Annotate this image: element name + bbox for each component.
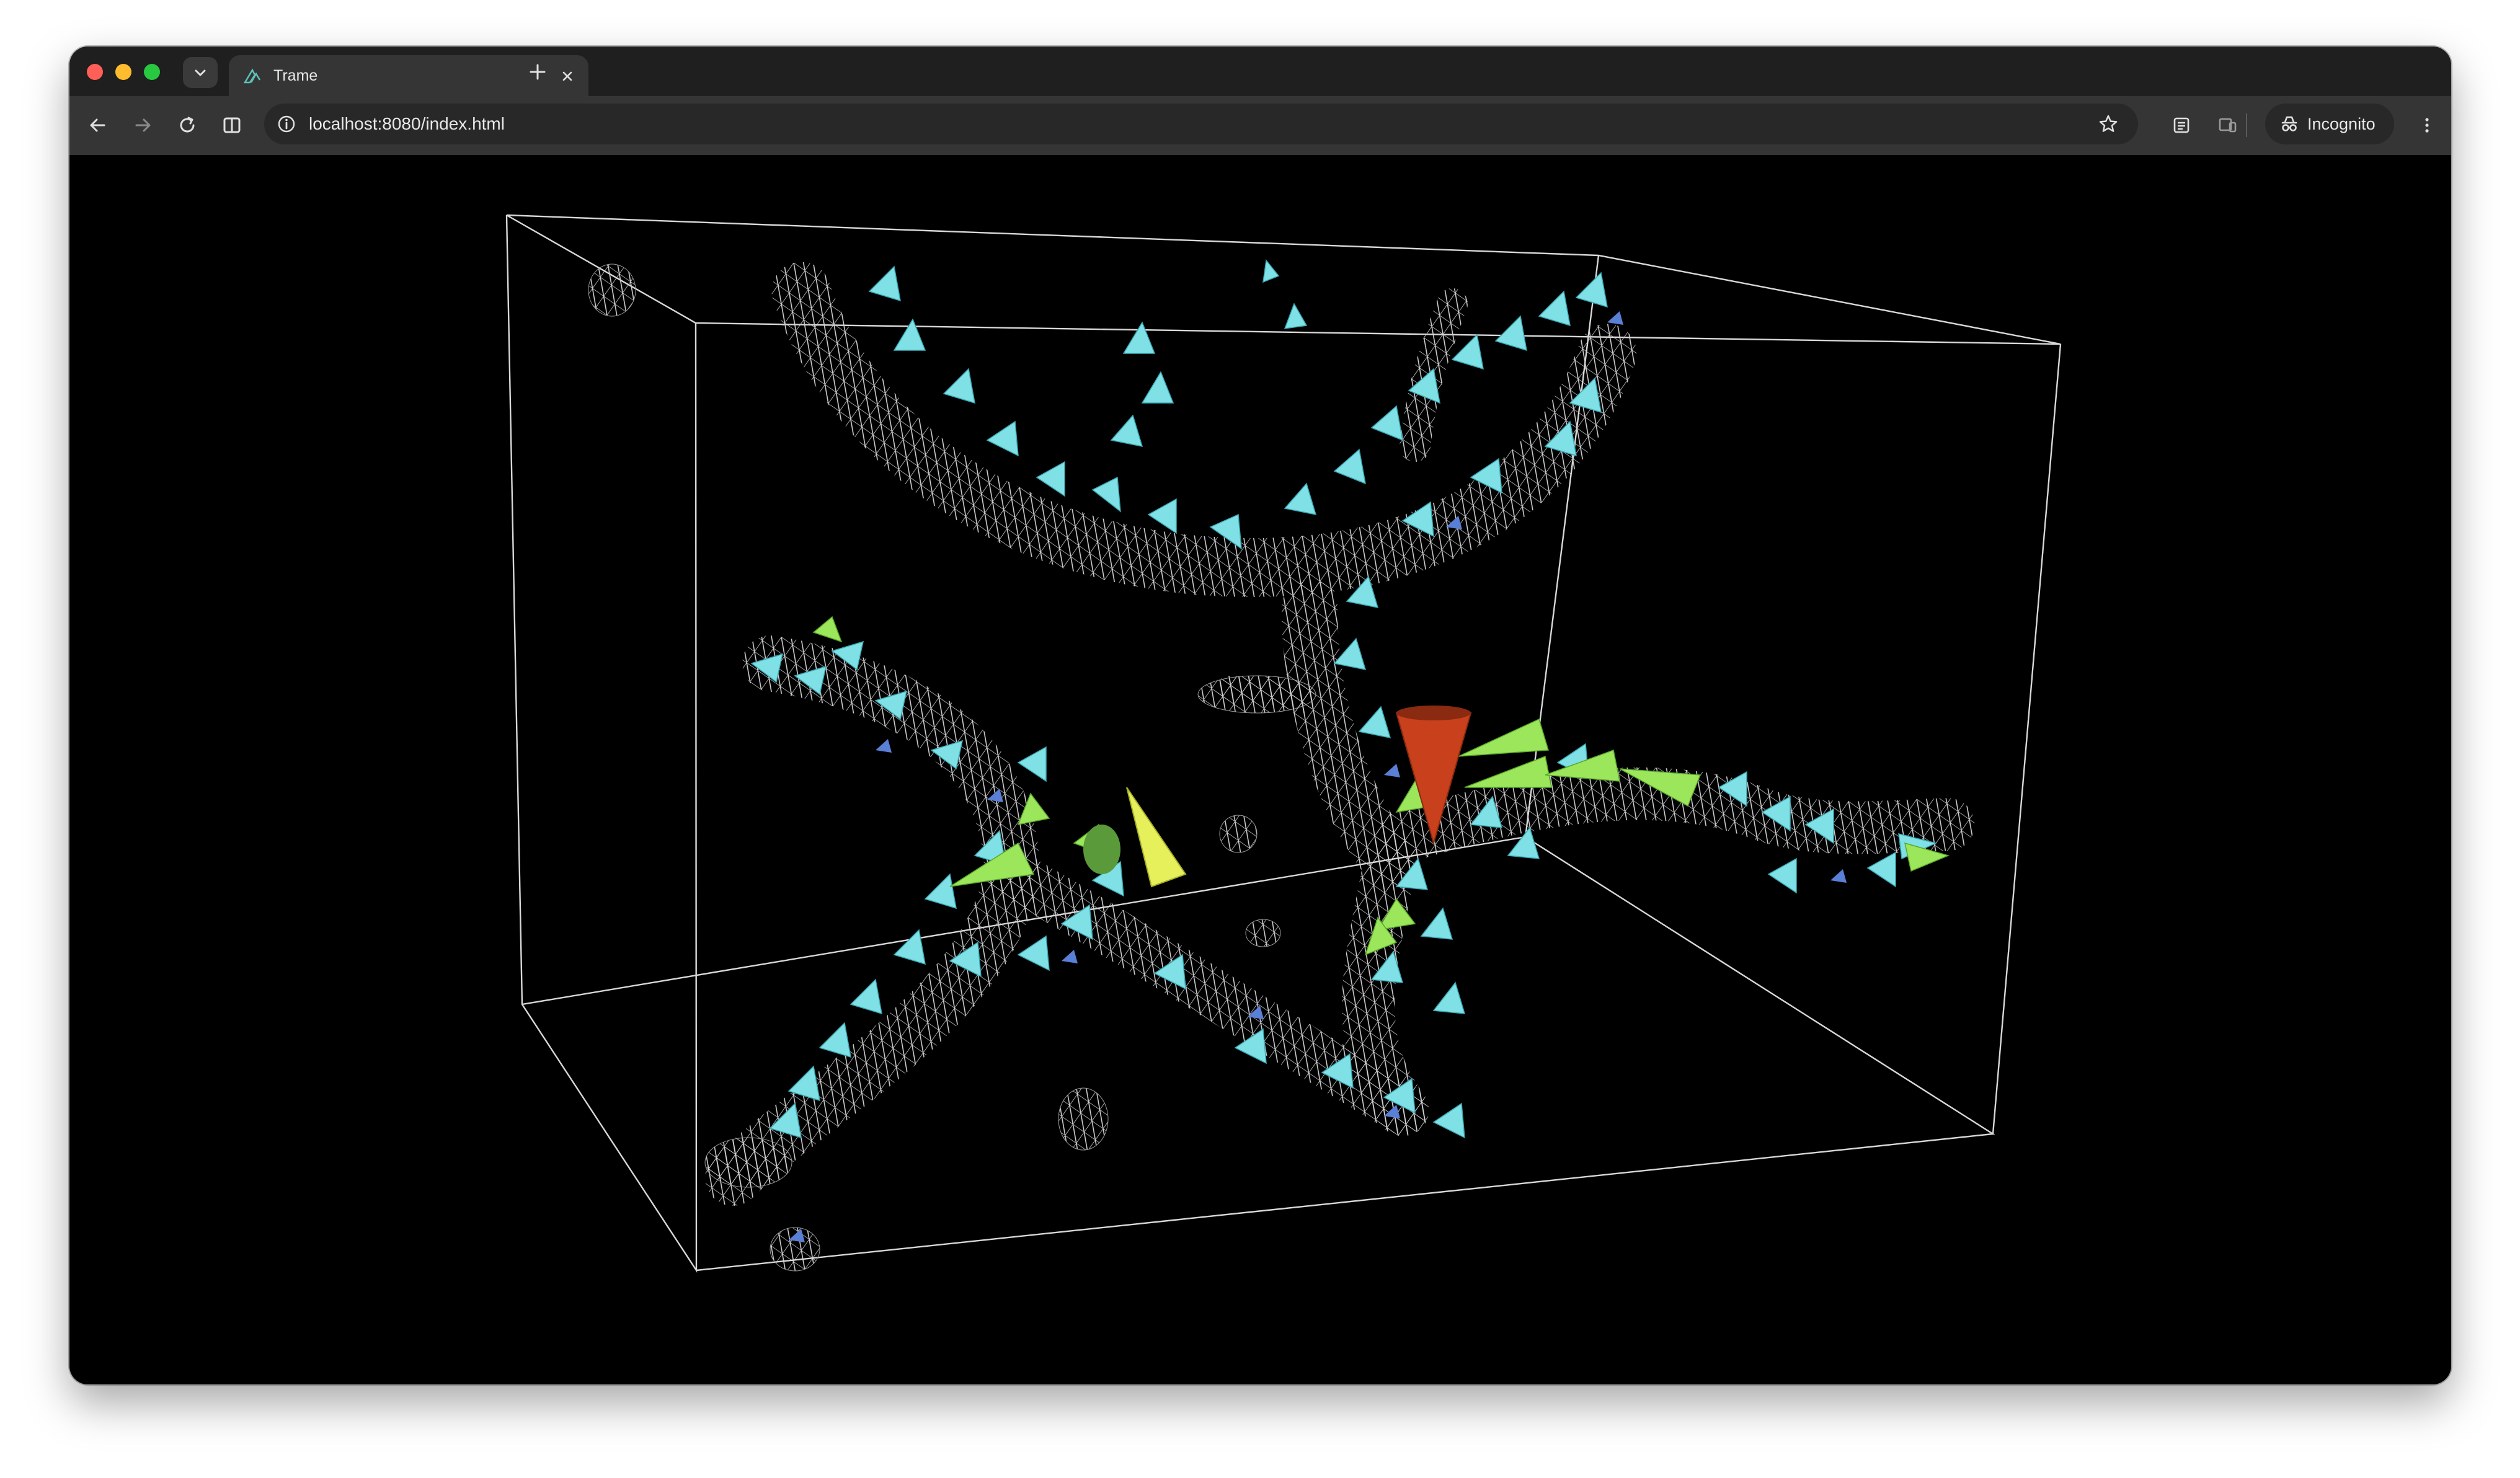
toolbar: localhost:8080/index.html Incognito: [69, 96, 2451, 155]
incognito-icon: [2281, 116, 2297, 131]
close-window-button[interactable]: [87, 64, 103, 80]
new-tab-button[interactable]: [527, 61, 548, 82]
star-icon[interactable]: [2097, 113, 2119, 135]
maximize-window-button[interactable]: [144, 64, 160, 80]
incognito-badge[interactable]: Incognito: [2265, 104, 2394, 144]
incognito-label: Incognito: [2307, 115, 2376, 133]
arrow-left-icon[interactable]: [86, 113, 110, 138]
vessel-wireframe: [705, 262, 1975, 1206]
cast-icon[interactable]: [2215, 113, 2240, 138]
tab-bar: Trame: [69, 46, 2451, 96]
tab-search-button[interactable]: [183, 57, 218, 88]
vtk-render-canvas[interactable]: [69, 155, 2451, 1384]
velocity-glyph-yellow: [1126, 787, 1187, 888]
toolbar-divider: [2246, 113, 2247, 137]
close-icon[interactable]: [559, 68, 576, 85]
info-icon[interactable]: [277, 114, 296, 134]
kebab-menu-icon[interactable]: [2415, 113, 2439, 138]
chevron-down-icon: [195, 69, 206, 76]
address-bar[interactable]: localhost:8080/index.html: [264, 104, 2138, 144]
arrow-right-icon[interactable]: [130, 113, 155, 138]
reload-icon[interactable]: [175, 113, 200, 138]
bounding-box-outline: [505, 214, 2062, 1273]
reading-list-icon[interactable]: [2169, 113, 2194, 138]
trame-logo-icon: [243, 68, 261, 84]
split-view-icon[interactable]: [220, 113, 244, 138]
velocity-glyph-dark-green: [1083, 825, 1120, 874]
minimize-window-button[interactable]: [115, 64, 131, 80]
browser-window: Trame localhost:8080/index.html Incognit…: [69, 46, 2451, 1384]
render-view[interactable]: [69, 155, 2451, 1384]
tab-title: Trame: [273, 67, 318, 84]
url-text: localhost:8080/index.html: [309, 114, 505, 133]
